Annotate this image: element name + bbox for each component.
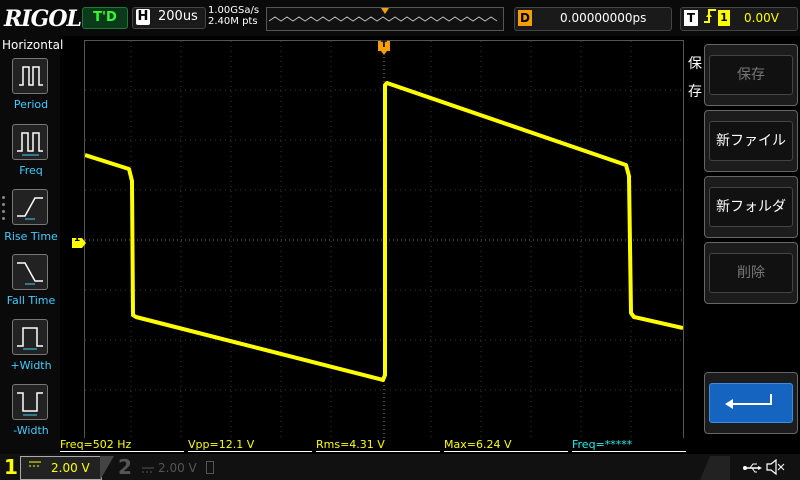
meas-rms[interactable]: Rms=4.31 V [316, 438, 440, 452]
meas-max[interactable]: Max=6.24 V [444, 438, 568, 452]
memory-waveform-icon [268, 8, 498, 22]
save-menu-title: 保存 [688, 56, 702, 100]
freq-icon [17, 132, 43, 156]
rising-edge-icon [703, 8, 717, 28]
ch1-scale-box[interactable]: 2.00 V [20, 456, 102, 480]
sample-rate: 1.00GSa/s [208, 5, 260, 16]
return-button[interactable] [704, 372, 798, 434]
new-folder-button[interactable]: 新フォルダ [704, 176, 798, 238]
meas-freq[interactable]: Freq=502 Hz [60, 438, 184, 452]
delete-label: 削除 [709, 253, 793, 293]
fall-time-label: Fall Time [6, 294, 56, 307]
ch1-tab-divider [100, 456, 114, 480]
run-state-badge[interactable]: T'D [82, 7, 128, 29]
status-tab [700, 456, 730, 480]
sample-info: 1.00GSa/s 2.40M pts [208, 5, 259, 27]
speaker-mute-icon[interactable] [766, 458, 786, 479]
meas-vpp[interactable]: Vpp=12.1 V [188, 438, 312, 452]
ch1-number[interactable]: 1 [4, 455, 18, 479]
meas-freq-ch2[interactable]: Freq=***** [572, 438, 686, 452]
rise-time-button[interactable] [12, 189, 48, 225]
ch1-ground-label: 1 [73, 234, 81, 244]
page-dots [2, 196, 6, 224]
new-file-button[interactable]: 新ファイル [704, 110, 798, 172]
period-label: Period [13, 98, 49, 111]
memory-overview-bar[interactable] [266, 7, 504, 31]
trigger-label: T [684, 10, 698, 26]
ch2-number[interactable]: 2 [118, 455, 132, 479]
horizontal-label: H [136, 9, 150, 25]
dc-coupling-icon [142, 460, 154, 479]
neg-width-label: -Width [13, 424, 49, 437]
period-button[interactable] [12, 58, 48, 94]
waveform-display [85, 41, 683, 439]
save-button-label: 保存 [709, 55, 793, 95]
delay-value: 0.00000000ps [560, 11, 647, 25]
ch1-scale: 2.00 V [51, 461, 90, 475]
ch2-scale: 2.00 V [158, 461, 197, 475]
new-file-label: 新ファイル [709, 121, 793, 161]
brand-logo: RIGOL [4, 6, 82, 32]
pos-width-icon [17, 327, 43, 350]
fall-time-button[interactable] [12, 254, 48, 290]
period-icon [19, 66, 43, 86]
trigger-level: 0.00V [744, 11, 779, 25]
memory-depth: 2.40M pts [208, 16, 258, 27]
save-button[interactable]: 保存 [704, 44, 798, 106]
trigger-position-label: T [380, 40, 388, 50]
neg-width-button[interactable] [12, 384, 48, 420]
usb-icon [742, 460, 762, 479]
return-icon [709, 383, 793, 423]
delay-label: D [518, 10, 532, 26]
waveform-grid[interactable] [84, 40, 684, 440]
new-folder-label: 新フォルダ [709, 187, 793, 227]
freq-button[interactable] [12, 124, 48, 160]
signal-trace [85, 81, 683, 382]
menu-title: Horizontal [2, 38, 64, 52]
ch2-scale-box[interactable]: 2.00 V [138, 458, 218, 478]
rise-time-label: Rise Time [4, 230, 58, 243]
neg-width-icon [17, 392, 43, 416]
timebase-value: 200us [158, 9, 198, 24]
delete-button[interactable]: 削除 [704, 242, 798, 304]
freq-label: Freq [19, 164, 43, 177]
pos-width-label: +Width [10, 359, 52, 372]
trigger-source: 1 [718, 10, 730, 26]
ch2-bandwidth-icon [206, 461, 214, 474]
pos-width-button[interactable] [12, 319, 48, 355]
rise-time-icon [17, 197, 43, 220]
dc-coupling-icon [29, 459, 41, 472]
fall-time-icon [17, 262, 43, 285]
